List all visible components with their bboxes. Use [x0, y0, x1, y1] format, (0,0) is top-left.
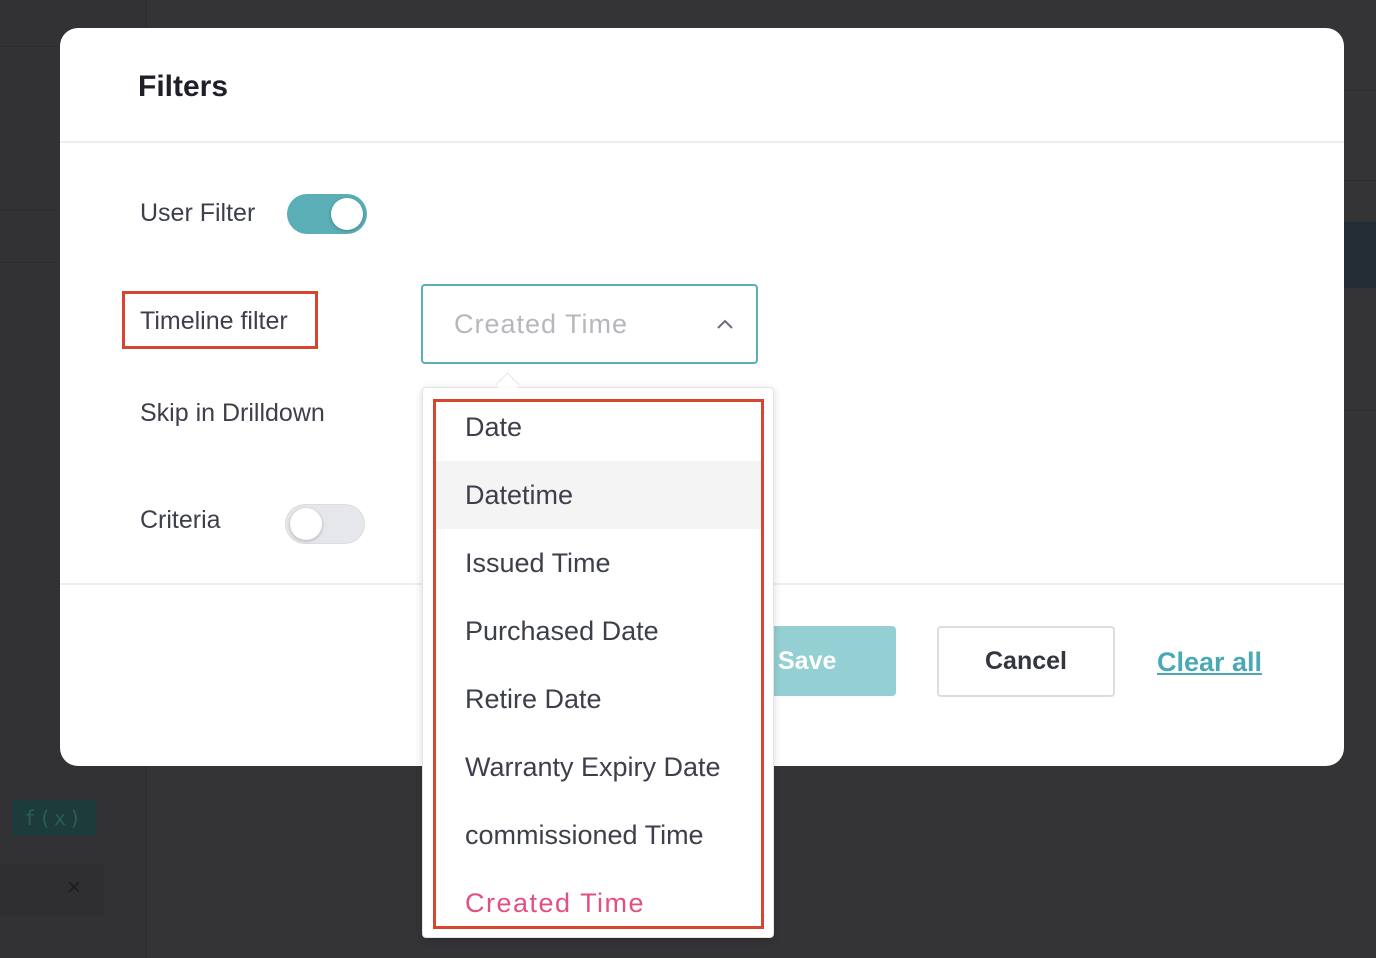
user-filter-toggle[interactable] [287, 194, 367, 234]
option-date[interactable]: Date [436, 393, 761, 461]
modal-title: Filters [138, 70, 229, 103]
timeline-filter-select[interactable]: Created Time [421, 284, 758, 364]
option-purchased-date[interactable]: Purchased Date [436, 597, 761, 665]
option-datetime[interactable]: Datetime [436, 461, 761, 529]
option-warranty-expiry-date[interactable]: Warranty Expiry Date [436, 733, 761, 801]
background-divider [0, 210, 60, 211]
skip-drilldown-label: Skip in Drilldown [140, 399, 325, 427]
save-button[interactable]: Save [766, 626, 896, 696]
option-retire-date[interactable]: Retire Date [436, 665, 761, 733]
close-icon[interactable]: × [62, 876, 86, 900]
user-filter-label: User Filter [140, 199, 256, 227]
toggle-knob [331, 198, 363, 230]
option-issued-time[interactable]: Issued Time [436, 529, 761, 597]
criteria-toggle[interactable] [285, 504, 365, 544]
chevron-up-icon [717, 319, 733, 329]
fx-button[interactable]: f(x) [12, 800, 96, 836]
background-header-block [1344, 222, 1376, 288]
cancel-button[interactable]: Cancel [937, 626, 1115, 697]
background-close-area [0, 864, 104, 916]
background-divider [0, 262, 60, 263]
option-commissioned-time[interactable]: commissioned Time [436, 801, 761, 869]
background-divider [1344, 180, 1376, 181]
background-divider [1344, 90, 1376, 91]
select-value: Created Time [454, 309, 629, 339]
criteria-label: Criteria [140, 506, 221, 534]
clear-all-link[interactable]: Clear all [1157, 647, 1262, 678]
background-divider [1344, 410, 1376, 411]
toggle-knob [290, 508, 322, 540]
header-divider [60, 141, 1344, 143]
option-created-time[interactable]: Created Time [436, 869, 761, 937]
background-divider [0, 46, 60, 47]
timeline-filter-label: Timeline filter [122, 291, 318, 349]
